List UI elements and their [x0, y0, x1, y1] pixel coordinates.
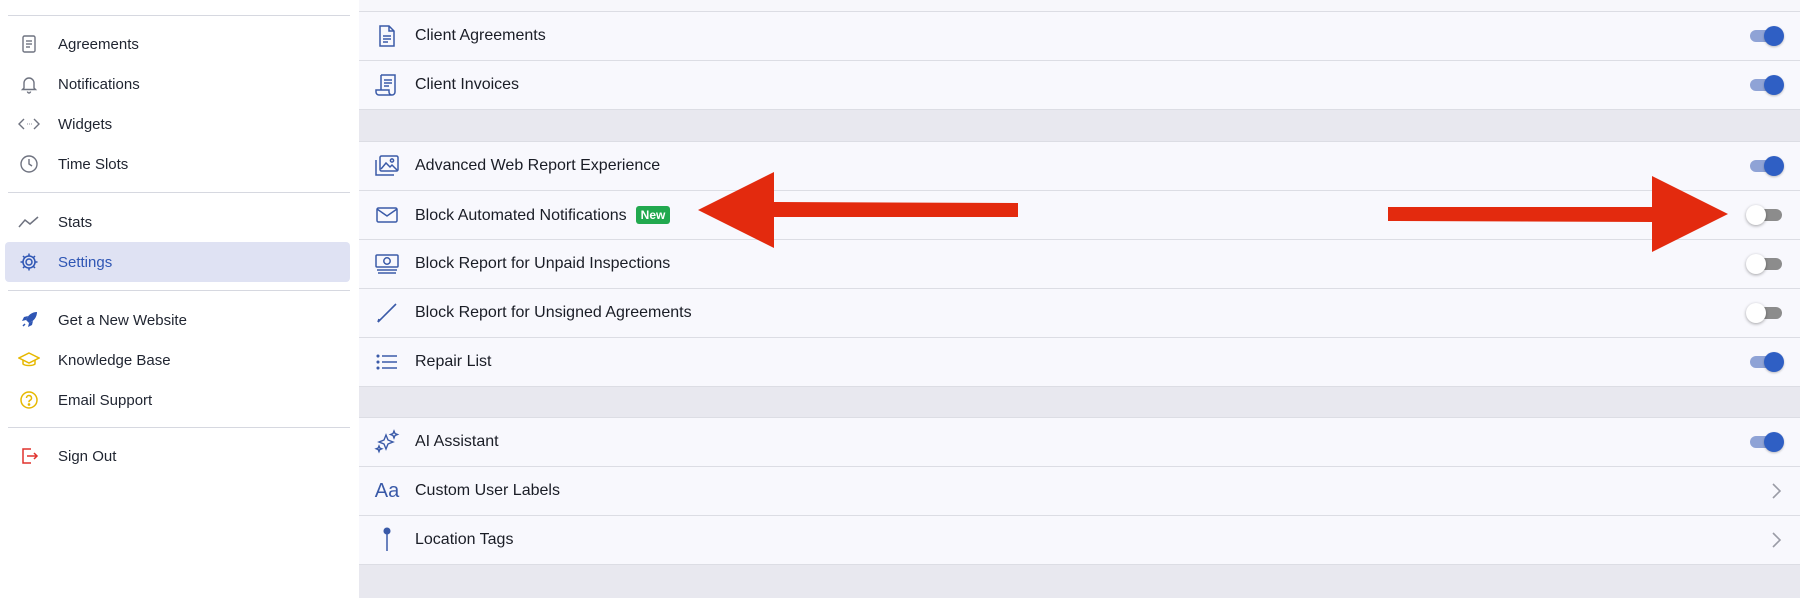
sidebar-divider [8, 427, 350, 428]
setting-label: AI Assistant [415, 433, 499, 450]
setting-label: Block Automated Notifications New [415, 205, 671, 225]
sidebar-item-label: Knowledge Base [58, 351, 171, 369]
bell-icon [15, 70, 43, 98]
pen-icon [373, 299, 401, 327]
right-pointing-annotation-arrow [1388, 176, 1728, 252]
toggle-switch[interactable] [1746, 432, 1784, 452]
code-icon [15, 110, 43, 138]
gear-icon [15, 248, 43, 276]
setting-label: Location Tags [415, 531, 514, 548]
chevron-right-icon [1772, 483, 1782, 499]
money-icon [373, 250, 401, 278]
setting-label: Block Report for Unpaid Inspections [415, 255, 671, 272]
setting-row-repair-list[interactable]: Repair List [359, 337, 1800, 386]
toggle-switch[interactable] [1746, 26, 1784, 46]
sidebar-item-settings[interactable]: Settings [5, 242, 350, 282]
sidebar-item-knowledge-base[interactable]: Knowledge Base [5, 340, 350, 380]
section-gap [359, 386, 1800, 418]
sidebar-item-stats[interactable]: Stats [5, 202, 350, 242]
sidebar-divider [8, 15, 350, 16]
setting-label: Custom User Labels [415, 482, 560, 499]
setting-label: Client Invoices [415, 76, 520, 93]
sidebar-item-label: Stats [58, 213, 93, 231]
setting-row-client-invoices[interactable]: Client Invoices [359, 60, 1800, 109]
setting-label-text: Block Automated Notifications [415, 206, 627, 224]
section-gap [359, 109, 1800, 141]
sidebar-item-email-support[interactable]: Email Support [5, 380, 350, 420]
new-badge: New [635, 205, 671, 224]
clock-icon [15, 150, 43, 178]
sidebar-item-notifications[interactable]: Notifications [5, 64, 350, 104]
setting-label: Advanced Web Report Experience [415, 157, 661, 174]
sidebar-item-label: Settings [58, 253, 113, 271]
graduation-cap-icon [15, 346, 43, 374]
sidebar-item-label: Email Support [58, 391, 153, 409]
sidebar-item-get-new-website[interactable]: Get a New Website [5, 300, 350, 340]
toggle-switch[interactable] [1746, 254, 1784, 274]
document-icon [373, 22, 401, 50]
toggle-switch[interactable] [1746, 156, 1784, 176]
toggle-switch[interactable] [1746, 75, 1784, 95]
trend-line-icon [15, 208, 43, 236]
receipt-icon [373, 71, 401, 99]
document-icon [15, 30, 43, 58]
sign-out-icon [15, 442, 43, 470]
setting-row-block-report-unsigned[interactable]: Block Report for Unsigned Agreements [359, 288, 1800, 337]
sidebar-item-sign-out[interactable]: Sign Out [5, 436, 350, 476]
setting-row-ai-assistant[interactable]: AI Assistant [359, 417, 1800, 466]
left-pointing-annotation-arrow [698, 172, 1018, 248]
toggle-switch[interactable] [1746, 303, 1784, 323]
setting-row-location-tags[interactable]: Location Tags [359, 515, 1800, 564]
sidebar-item-label: Sign Out [58, 447, 117, 465]
pin-icon [373, 526, 401, 554]
setting-label: Client Agreements [415, 27, 546, 44]
sparkles-icon [373, 428, 401, 456]
text-aa-icon: Aa [373, 477, 401, 505]
sidebar-item-widgets[interactable]: Widgets [5, 104, 350, 144]
setting-label: Repair List [415, 353, 492, 370]
rocket-icon [15, 306, 43, 334]
image-gallery-icon [373, 152, 401, 180]
setting-row-client-agreements[interactable]: Client Agreements [359, 11, 1800, 60]
sidebar-item-label: Time Slots [58, 155, 129, 173]
sidebar: Agreements Notifications Widgets Time Sl… [0, 0, 360, 597]
text-aa-glyph: Aa [374, 479, 400, 502]
sidebar-item-time-slots[interactable]: Time Slots [5, 144, 350, 184]
setting-label: Block Report for Unsigned Agreements [415, 304, 692, 321]
sidebar-item-label: Agreements [58, 35, 139, 53]
sidebar-item-agreements[interactable]: Agreements [5, 24, 350, 64]
sidebar-item-label: Get a New Website [58, 311, 187, 329]
section-gap [359, 564, 1800, 598]
setting-row-custom-user-labels[interactable]: Aa Custom User Labels [359, 466, 1800, 515]
sidebar-divider [8, 290, 350, 291]
envelope-icon [373, 201, 401, 229]
sidebar-item-label: Notifications [58, 75, 140, 93]
sidebar-divider [8, 192, 350, 193]
toggle-switch[interactable] [1746, 352, 1784, 372]
settings-panel: Client Agreements Client Invoices Advanc… [359, 0, 1800, 598]
toggle-switch[interactable] [1746, 205, 1784, 225]
list-icon [373, 348, 401, 376]
question-circle-icon [15, 386, 43, 414]
chevron-right-icon [1772, 532, 1782, 548]
sidebar-item-label: Widgets [58, 115, 113, 133]
